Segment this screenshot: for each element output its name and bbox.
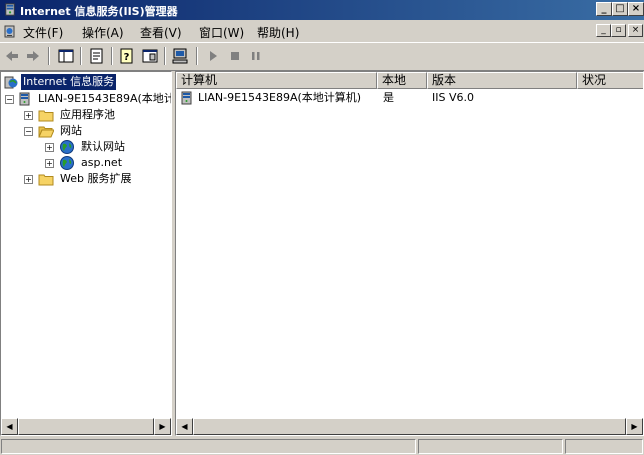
- forward-icon[interactable]: [23, 46, 43, 66]
- menu-view[interactable]: 查看(V): [140, 24, 182, 41]
- mdi-restore-button[interactable]: ▫: [611, 24, 626, 37]
- status-bar: [0, 437, 644, 455]
- show-hide-tree-icon[interactable]: [56, 46, 76, 66]
- scroll-right-button[interactable]: ▶: [154, 418, 171, 435]
- mdi-minimize-button[interactable]: _: [596, 24, 611, 37]
- scroll-left-button[interactable]: ◀: [1, 418, 18, 435]
- menu-bar: 文件(F) 操作(A) 查看(V) 窗口(W) 帮助(H) _ ▫ ×: [0, 20, 644, 43]
- stop-icon[interactable]: [225, 46, 245, 66]
- column-header-local[interactable]: 本地: [377, 72, 427, 89]
- toolbar: ?: [0, 43, 644, 71]
- console-icon[interactable]: [2, 23, 18, 39]
- list-pane[interactable]: 计算机 本地 版本 状况 LIAN-9E1543E89A(本地计算机) 是 II…: [175, 71, 644, 436]
- column-header-status[interactable]: 状况: [577, 72, 643, 89]
- help-icon[interactable]: ?: [117, 46, 137, 66]
- properties-icon[interactable]: [140, 46, 160, 66]
- iis-root-icon: [4, 76, 18, 89]
- toolbar-separator: [80, 47, 82, 65]
- tree-item-app-pools[interactable]: + 应用程序池: [24, 107, 164, 123]
- status-panel: [1, 439, 416, 454]
- menu-help[interactable]: 帮助(H): [257, 24, 299, 41]
- globe-icon: [60, 140, 74, 154]
- column-header-computer[interactable]: 计算机: [176, 72, 377, 89]
- iis-app-icon: [5, 3, 15, 16]
- menu-window[interactable]: 窗口(W): [199, 24, 244, 41]
- tree-item-web-service-extensions[interactable]: + Web 服务扩展: [24, 171, 164, 187]
- tree-label-computer: LIAN-9E1543E89A(本地计: [38, 92, 172, 105]
- start-icon[interactable]: [203, 46, 223, 66]
- list-horizontal-scrollbar[interactable]: ◀ ▶: [176, 418, 643, 435]
- window-title: Internet 信息服务(IIS)管理器: [20, 5, 178, 18]
- toolbar-separator: [164, 47, 166, 65]
- tree-horizontal-scrollbar[interactable]: ◀ ▶: [1, 418, 171, 435]
- tree-label-iis-root: Internet 信息服务: [21, 74, 117, 90]
- expand-icon[interactable]: +: [24, 111, 33, 120]
- close-button[interactable]: ×: [628, 2, 644, 16]
- menu-action[interactable]: 操作(A): [82, 24, 124, 41]
- export-list-icon[interactable]: [87, 46, 107, 66]
- maximize-button[interactable]: □: [612, 2, 628, 16]
- toolbar-separator: [111, 47, 113, 65]
- tree-item-iis-root[interactable]: Internet 信息服务: [3, 74, 163, 90]
- expand-icon[interactable]: +: [45, 143, 54, 152]
- svg-text:?: ?: [124, 52, 130, 63]
- computer-icon[interactable]: [170, 46, 190, 66]
- tree-label-default-site: 默认网站: [81, 140, 125, 153]
- pause-icon[interactable]: [246, 46, 266, 66]
- expand-icon[interactable]: +: [45, 159, 54, 168]
- computer-node-icon: [181, 91, 192, 105]
- cell-computer: LIAN-9E1543E89A(本地计算机): [198, 91, 362, 104]
- tree-item-asp-net[interactable]: + asp.net: [45, 155, 165, 171]
- toolbar-separator: [196, 47, 198, 65]
- tree-label-app-pools: 应用程序池: [60, 108, 115, 121]
- tree-label-websites: 网站: [60, 124, 82, 137]
- status-panel: [565, 439, 643, 454]
- scroll-thumb[interactable]: [193, 418, 626, 435]
- back-icon[interactable]: [2, 46, 22, 66]
- tree-item-websites[interactable]: − 网站: [24, 123, 164, 139]
- globe-icon: [60, 156, 74, 170]
- open-folder-icon: [38, 126, 54, 138]
- column-header-version[interactable]: 版本: [427, 72, 577, 89]
- tree-pane[interactable]: Internet 信息服务 − LIAN-9E1543E89A(本地计 + 应用…: [0, 71, 172, 436]
- expand-icon[interactable]: +: [24, 175, 33, 184]
- cell-local: 是: [383, 91, 394, 104]
- scroll-thumb[interactable]: [18, 418, 154, 435]
- status-panel: [418, 439, 563, 454]
- collapse-icon[interactable]: −: [5, 95, 14, 104]
- minimize-button[interactable]: _: [596, 2, 612, 16]
- computer-node-icon: [19, 92, 30, 106]
- toolbar-separator: [48, 47, 50, 65]
- scroll-left-button[interactable]: ◀: [176, 418, 193, 435]
- title-bar: Internet 信息服务(IIS)管理器 _ □ ×: [0, 0, 644, 20]
- collapse-icon[interactable]: −: [24, 127, 33, 136]
- tree-item-default-site[interactable]: + 默认网站: [45, 139, 165, 155]
- tree-label-web-service-extensions: Web 服务扩展: [60, 172, 132, 185]
- tree-item-computer[interactable]: − LIAN-9E1543E89A(本地计: [5, 91, 172, 107]
- folder-icon: [38, 174, 54, 186]
- folder-icon: [38, 110, 54, 122]
- scroll-right-button[interactable]: ▶: [626, 418, 643, 435]
- tree-label-asp-net: asp.net: [81, 156, 123, 169]
- menu-file[interactable]: 文件(F): [23, 24, 63, 41]
- mdi-close-button[interactable]: ×: [628, 24, 643, 37]
- cell-version: IIS V6.0: [432, 91, 474, 104]
